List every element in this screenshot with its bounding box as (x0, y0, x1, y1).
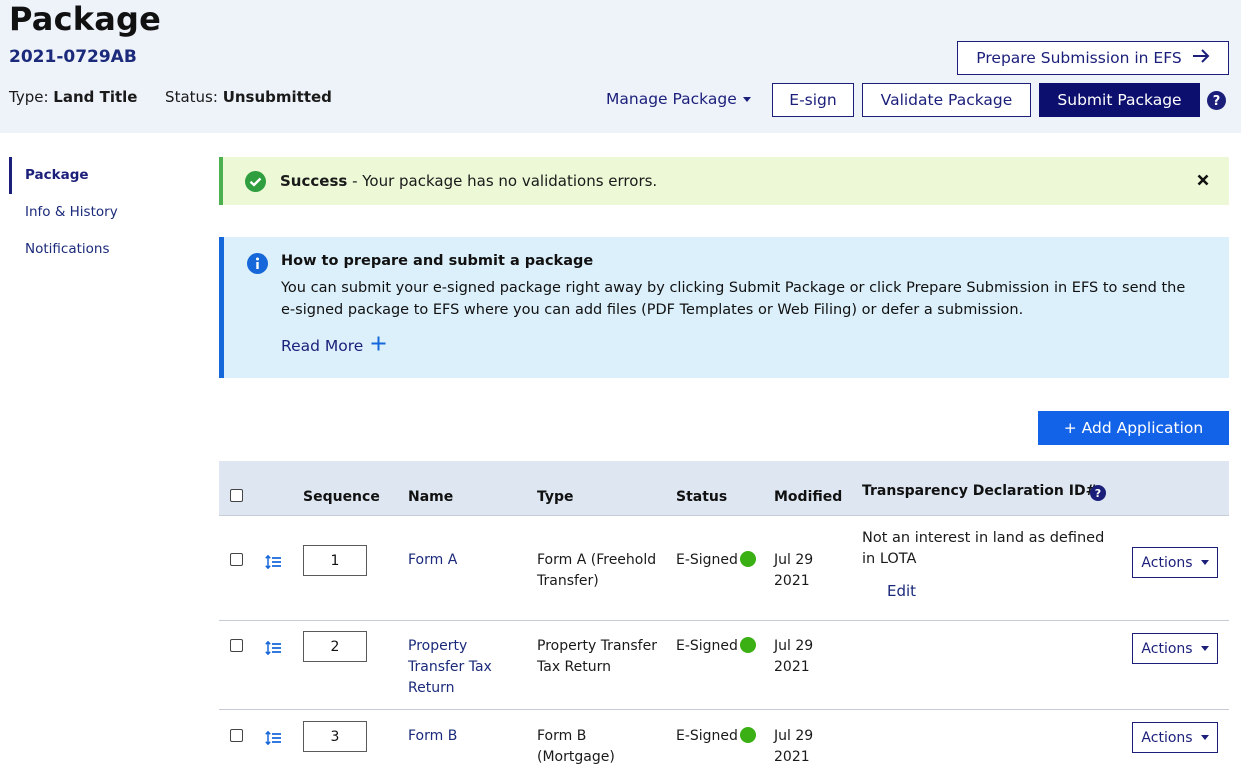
success-message: Success - Your package has no validation… (280, 172, 657, 190)
status-dot (739, 637, 756, 653)
sequence-input[interactable]: 1 (303, 545, 367, 576)
manage-package-dropdown[interactable]: Manage Package (606, 90, 751, 108)
sidebar-item-info-history[interactable]: Info & History (25, 204, 118, 220)
application-type: Property Transfer Tax Return (537, 638, 657, 675)
svg-text:?: ? (1095, 487, 1101, 500)
success-text: - Your package has no validations errors… (347, 172, 658, 190)
reorder-list-icon[interactable] (265, 554, 281, 573)
application-type: Form A (Freehold Transfer) (537, 552, 657, 589)
prepare-efs-button[interactable]: Prepare Submission in EFS (957, 41, 1229, 75)
svg-text:?: ? (1213, 94, 1221, 109)
status-dot (739, 727, 756, 743)
read-more-label: Read More (281, 336, 364, 355)
submit-package-button[interactable]: Submit Package (1039, 83, 1200, 117)
application-status: E-Signed (676, 550, 756, 571)
nav-active-indicator (9, 157, 12, 194)
package-header: Package 2021-0729AB Type: Land Title Sta… (0, 0, 1241, 133)
validate-package-button[interactable]: Validate Package (862, 83, 1031, 117)
esign-button[interactable]: E-sign (772, 83, 854, 117)
prepare-efs-label: Prepare Submission in EFS (976, 49, 1182, 67)
column-header-name: Name (408, 489, 454, 505)
info-body: You can submit your e-signed package rig… (281, 280, 1186, 318)
status-text: E-Signed (676, 638, 738, 654)
row-checkbox[interactable] (230, 729, 243, 742)
reorder-list-icon[interactable] (265, 640, 281, 659)
caret-down-icon (742, 96, 751, 102)
application-status: E-Signed (676, 636, 756, 657)
manage-package-label: Manage Package (606, 90, 737, 108)
modified-date: Jul 29 2021 (774, 728, 814, 765)
success-title: Success (280, 172, 348, 190)
caret-down-icon (1200, 646, 1209, 651)
application-name-link[interactable]: Form A (408, 550, 518, 571)
sequence-input[interactable]: 2 (303, 631, 367, 662)
status-text: E-Signed (676, 728, 738, 744)
status-dot (739, 551, 756, 567)
application-name-link[interactable]: Property Transfer Tax Return (408, 636, 508, 699)
status-text: E-Signed (676, 552, 738, 568)
edit-transparency-link[interactable]: Edit (887, 581, 916, 602)
arrow-right-icon (1192, 49, 1210, 67)
check-circle-icon (245, 171, 266, 196)
column-header-status: Status (676, 489, 728, 505)
row-checkbox[interactable] (230, 553, 243, 566)
actions-label: Actions (1141, 554, 1193, 571)
caret-down-icon (1200, 735, 1209, 740)
page-title: Package (9, 0, 162, 38)
application-name-link[interactable]: Form B (408, 726, 518, 747)
status-value: Unsubmitted (222, 88, 332, 106)
question-circle-icon[interactable]: ? (1207, 91, 1226, 114)
table-row: 2 Property Transfer Tax Return Property … (219, 621, 1229, 710)
caret-down-icon (1200, 560, 1209, 565)
actions-label: Actions (1141, 640, 1193, 657)
transparency-declaration: Not an interest in land as defined in LO… (862, 530, 1105, 567)
package-meta: Type: Land Title Status: Unsubmitted (9, 88, 332, 106)
add-application-button[interactable]: + Add Application (1038, 411, 1229, 445)
sequence-input[interactable]: 3 (303, 721, 367, 752)
table-row: 1 Form A Form A (Freehold Transfer) E-Si… (219, 517, 1229, 621)
question-circle-icon[interactable]: ? (1090, 485, 1106, 505)
plus-icon (371, 336, 386, 355)
info-circle-icon (247, 253, 268, 278)
status-label: Status: (165, 88, 218, 106)
reorder-list-icon[interactable] (265, 730, 281, 749)
package-id: 2021-0729AB (9, 47, 137, 67)
column-header-modified: Modified (774, 489, 843, 505)
application-status: E-Signed (676, 726, 756, 747)
table-row: 3 Form B Form B (Mortgage) E-Signed Jul … (219, 710, 1229, 777)
row-checkbox[interactable] (230, 639, 243, 652)
info-alert: How to prepare and submit a package You … (219, 237, 1229, 378)
sidebar-item-package[interactable]: Package (25, 167, 89, 183)
application-type: Form B (Mortgage) (537, 728, 615, 765)
actions-dropdown[interactable]: Actions (1132, 547, 1218, 578)
type-value: Land Title (53, 88, 138, 106)
info-title: How to prepare and submit a package (281, 253, 594, 269)
sidebar-item-notifications[interactable]: Notifications (25, 241, 110, 257)
actions-dropdown[interactable]: Actions (1132, 633, 1218, 664)
modified-date: Jul 29 2021 (774, 552, 814, 589)
read-more-link[interactable]: Read More (281, 336, 386, 355)
column-header-type: Type (537, 489, 574, 505)
actions-label: Actions (1141, 729, 1193, 746)
column-header-transparency: Transparency Declaration ID# (862, 483, 1098, 499)
actions-dropdown[interactable]: Actions (1132, 722, 1218, 753)
close-icon[interactable] (1197, 171, 1209, 190)
column-header-sequence: Sequence (303, 489, 380, 505)
table-header: Sequence Name Type Status Modified Trans… (219, 461, 1229, 516)
success-alert: Success - Your package has no validation… (219, 157, 1229, 205)
select-all-checkbox[interactable] (230, 489, 243, 502)
type-label: Type: (9, 88, 49, 106)
modified-date: Jul 29 2021 (774, 638, 814, 675)
